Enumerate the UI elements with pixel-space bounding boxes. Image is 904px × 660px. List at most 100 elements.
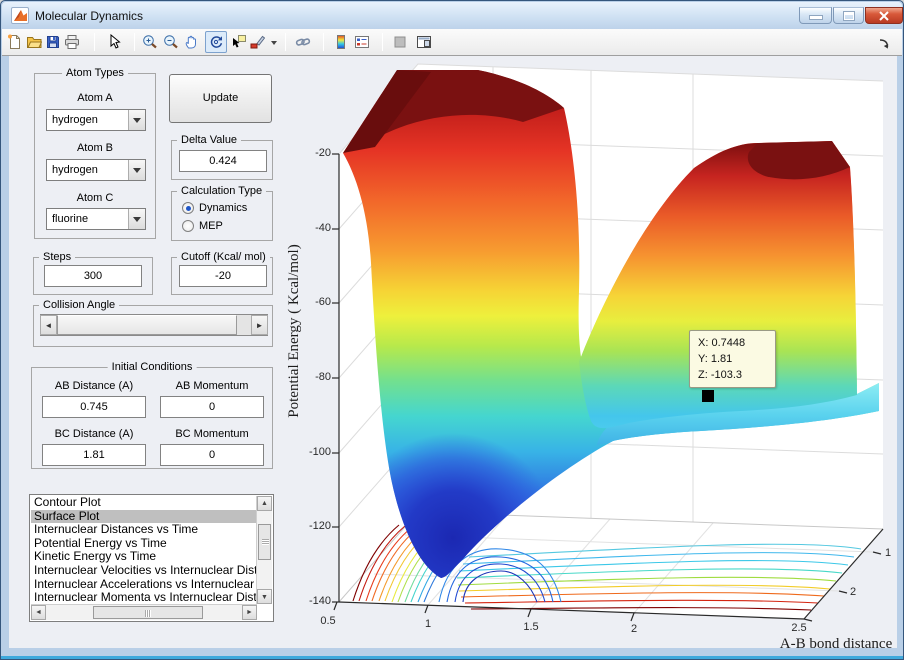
bc-momentum-label: BC Momentum — [160, 428, 264, 440]
zoom-out-icon[interactable] — [163, 34, 179, 50]
cutoff-groupbox: Cutoff (Kcal/ mol) -20 — [171, 257, 273, 295]
listbox-items: Contour Plot Surface Plot Internuclear D… — [31, 496, 256, 604]
hide-plot-tools-icon[interactable] — [392, 34, 408, 50]
atom-a-dropdown[interactable]: hydrogen — [46, 109, 146, 131]
datatip-y: Y: 1.81 — [698, 351, 775, 367]
slider-right-arrow[interactable]: ► — [251, 315, 268, 335]
horizontal-scrollbar[interactable]: ◄ ► — [31, 604, 257, 620]
data-cursor-icon[interactable] — [231, 34, 247, 50]
atom-a-dropdown-button[interactable] — [128, 110, 145, 130]
atom-types-groupbox: Atom Types Atom A hydrogen Atom B hydrog… — [34, 73, 156, 239]
ab-momentum-field[interactable]: 0 — [160, 396, 264, 418]
datatip[interactable]: X: 0.7448 Y: 1.81 Z: -103.3 — [689, 330, 776, 388]
vertical-scrollbar[interactable]: ▲ ▼ — [256, 496, 272, 604]
new-figure-icon[interactable] — [7, 34, 23, 50]
figure-toolbar — [2, 29, 902, 56]
atom-c-dropdown-button[interactable] — [128, 209, 145, 229]
print-figure-icon[interactable] — [64, 34, 80, 50]
atom-b-dropdown[interactable]: hydrogen — [46, 159, 146, 181]
update-button[interactable]: Update — [169, 74, 272, 123]
ab-distance-field[interactable]: 0.745 — [42, 396, 146, 418]
brush-dropdown-icon[interactable] — [271, 41, 277, 45]
chevron-down-icon — [133, 118, 141, 123]
brush-icon[interactable] — [249, 34, 265, 50]
atom-c-label: Atom C — [35, 192, 155, 204]
insert-colorbar-icon[interactable] — [333, 34, 349, 50]
window-bottom-edge — [1, 656, 903, 659]
open-file-icon[interactable] — [26, 34, 42, 50]
restore-icon — [844, 12, 854, 20]
restore-button[interactable] — [833, 7, 864, 24]
ab-momentum-label: AB Momentum — [160, 380, 264, 392]
scroll-up-icon[interactable]: ▲ — [257, 496, 272, 511]
list-item[interactable]: Contour Plot — [31, 496, 256, 510]
toolbar-separator — [285, 33, 286, 51]
bc-momentum-field[interactable]: 0 — [160, 444, 264, 466]
delta-value-field[interactable]: 0.424 — [179, 150, 267, 172]
bc-distance-label: BC Distance (A) — [42, 428, 146, 440]
save-figure-icon[interactable] — [45, 34, 61, 50]
scroll-down-icon[interactable]: ▼ — [257, 589, 272, 604]
pointer-icon[interactable] — [106, 34, 122, 50]
insert-legend-icon[interactable] — [354, 34, 370, 50]
list-item[interactable]: Internuclear Velocities vs Internuclear … — [31, 564, 256, 578]
surface-plot-axes[interactable] — [281, 56, 897, 653]
titlebar[interactable]: Molecular Dynamics — [2, 2, 902, 29]
bc-distance-field[interactable]: 1.81 — [42, 444, 146, 466]
list-item[interactable]: Internuclear Momenta vs Internuclear Dis… — [31, 591, 256, 604]
list-item[interactable]: Potential Energy vs Time — [31, 537, 256, 551]
minimize-button[interactable] — [799, 7, 832, 24]
initial-conditions-title: Initial Conditions — [108, 360, 197, 374]
app-window: Molecular Dynamics — [0, 0, 904, 660]
atom-a-label: Atom A — [35, 92, 155, 104]
datatip-marker[interactable] — [702, 390, 714, 402]
mep-label: MEP — [199, 220, 223, 232]
close-icon — [878, 11, 890, 21]
calculation-type-groupbox: Calculation Type Dynamics MEP — [171, 191, 273, 241]
close-button[interactable] — [865, 7, 903, 24]
rotate-3d-icon — [208, 34, 224, 50]
toolbar-separator — [323, 33, 324, 51]
x-axis-label: A-B bond distance — [769, 636, 903, 653]
collision-angle-slider[interactable]: ◄ ► — [40, 314, 268, 336]
list-item-selected[interactable]: Surface Plot — [31, 510, 256, 524]
horizontal-scroll-thumb[interactable] — [93, 606, 203, 619]
scroll-right-icon[interactable]: ► — [242, 605, 257, 620]
x-tick-label: 2 — [620, 623, 648, 635]
delta-value-groupbox: Delta Value 0.424 — [171, 140, 273, 180]
list-item[interactable]: Kinetic Energy vs Time — [31, 550, 256, 564]
z-tick-label: -140 — [295, 595, 331, 607]
atom-b-dropdown-button[interactable] — [128, 160, 145, 180]
show-plot-tools-dock-icon[interactable] — [416, 34, 432, 50]
link-plots-icon[interactable] — [295, 34, 311, 50]
x-tick-label: 0.5 — [314, 615, 342, 627]
initial-conditions-groupbox: Initial Conditions AB Distance (A) 0.745… — [31, 367, 273, 469]
cutoff-field[interactable]: -20 — [179, 265, 267, 287]
datatip-z: Z: -103.3 — [698, 367, 775, 383]
list-item[interactable]: Internuclear Distances vs Time — [31, 523, 256, 537]
ab-distance-label: AB Distance (A) — [42, 380, 146, 392]
toolbar-separator — [134, 33, 135, 51]
scroll-left-icon[interactable]: ◄ — [31, 605, 46, 620]
steps-field[interactable]: 300 — [44, 265, 142, 287]
toolbar-separator — [94, 33, 95, 51]
mep-radio[interactable] — [182, 220, 194, 232]
minimize-icon — [810, 16, 822, 19]
collision-angle-title: Collision Angle — [39, 298, 119, 312]
slider-thumb[interactable] — [57, 315, 237, 335]
plot-type-listbox[interactable]: Contour Plot Surface Plot Internuclear D… — [29, 494, 274, 622]
atom-c-value: fluorine — [52, 213, 88, 225]
dock-figure-icon[interactable] — [878, 37, 890, 49]
toolbar-separator — [382, 33, 383, 51]
pan-icon[interactable] — [184, 34, 200, 50]
z-tick-label: -120 — [295, 520, 331, 532]
dynamics-label: Dynamics — [199, 202, 247, 214]
rotate-3d-button[interactable] — [205, 31, 227, 53]
atom-c-dropdown[interactable]: fluorine — [46, 208, 146, 230]
vertical-scroll-thumb[interactable] — [258, 524, 271, 560]
dynamics-radio[interactable] — [182, 202, 194, 214]
x-tick-label: 1 — [414, 618, 442, 630]
zoom-in-icon[interactable] — [142, 34, 158, 50]
slider-left-arrow[interactable]: ◄ — [40, 315, 57, 335]
list-item[interactable]: Internuclear Accelerations vs Internucle… — [31, 578, 256, 592]
